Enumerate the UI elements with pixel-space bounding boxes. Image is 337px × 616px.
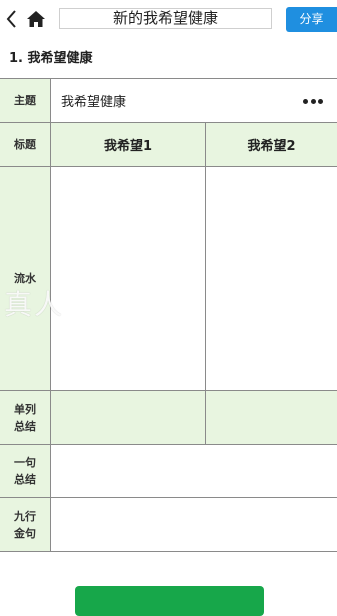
row-label: 流水 bbox=[0, 167, 51, 390]
table-row-golden-sentences: 九行 金句 bbox=[0, 497, 337, 552]
row-label: 标题 bbox=[0, 123, 51, 166]
flow-cell-1[interactable] bbox=[51, 167, 206, 390]
section-title: 1. 我希望健康 bbox=[9, 51, 93, 66]
share-button[interactable]: 分享 bbox=[286, 7, 337, 32]
table-row-column-summary: 单列 总结 bbox=[0, 390, 337, 444]
row-label: 单列 总结 bbox=[0, 391, 51, 444]
home-icon[interactable] bbox=[26, 9, 46, 29]
row-label: 主题 bbox=[0, 79, 51, 122]
column-heading-2[interactable]: 我希望2 bbox=[206, 123, 337, 166]
table-row-heading: 标题 我希望1 我希望2 bbox=[0, 122, 337, 166]
table-row-one-line-summary: 一句 总结 bbox=[0, 444, 337, 497]
watermark: 真人 bbox=[4, 288, 65, 321]
row-label: 九行 金句 bbox=[0, 498, 51, 551]
table-row-subject: 主题 我希望健康 bbox=[0, 78, 337, 122]
bottom-action-button[interactable] bbox=[75, 586, 264, 616]
row-label: 一句 总结 bbox=[0, 445, 51, 497]
subject-value[interactable]: 我希望健康 bbox=[61, 79, 126, 122]
column-heading-1[interactable]: 我希望1 bbox=[51, 123, 206, 166]
flow-cell-2[interactable] bbox=[206, 167, 337, 390]
back-chevron-icon[interactable] bbox=[4, 8, 20, 30]
column-summary-cell-2[interactable] bbox=[206, 391, 337, 444]
document-title-field[interactable]: 新的我希望健康 bbox=[59, 8, 272, 29]
golden-sentences-cell[interactable] bbox=[51, 498, 337, 551]
table-row-flow: 流水 bbox=[0, 166, 337, 390]
more-options-icon[interactable] bbox=[303, 98, 323, 104]
top-bar: 新的我希望健康 分享 bbox=[0, 0, 337, 40]
one-line-summary-cell[interactable] bbox=[51, 445, 337, 497]
column-summary-cell-1[interactable] bbox=[51, 391, 206, 444]
